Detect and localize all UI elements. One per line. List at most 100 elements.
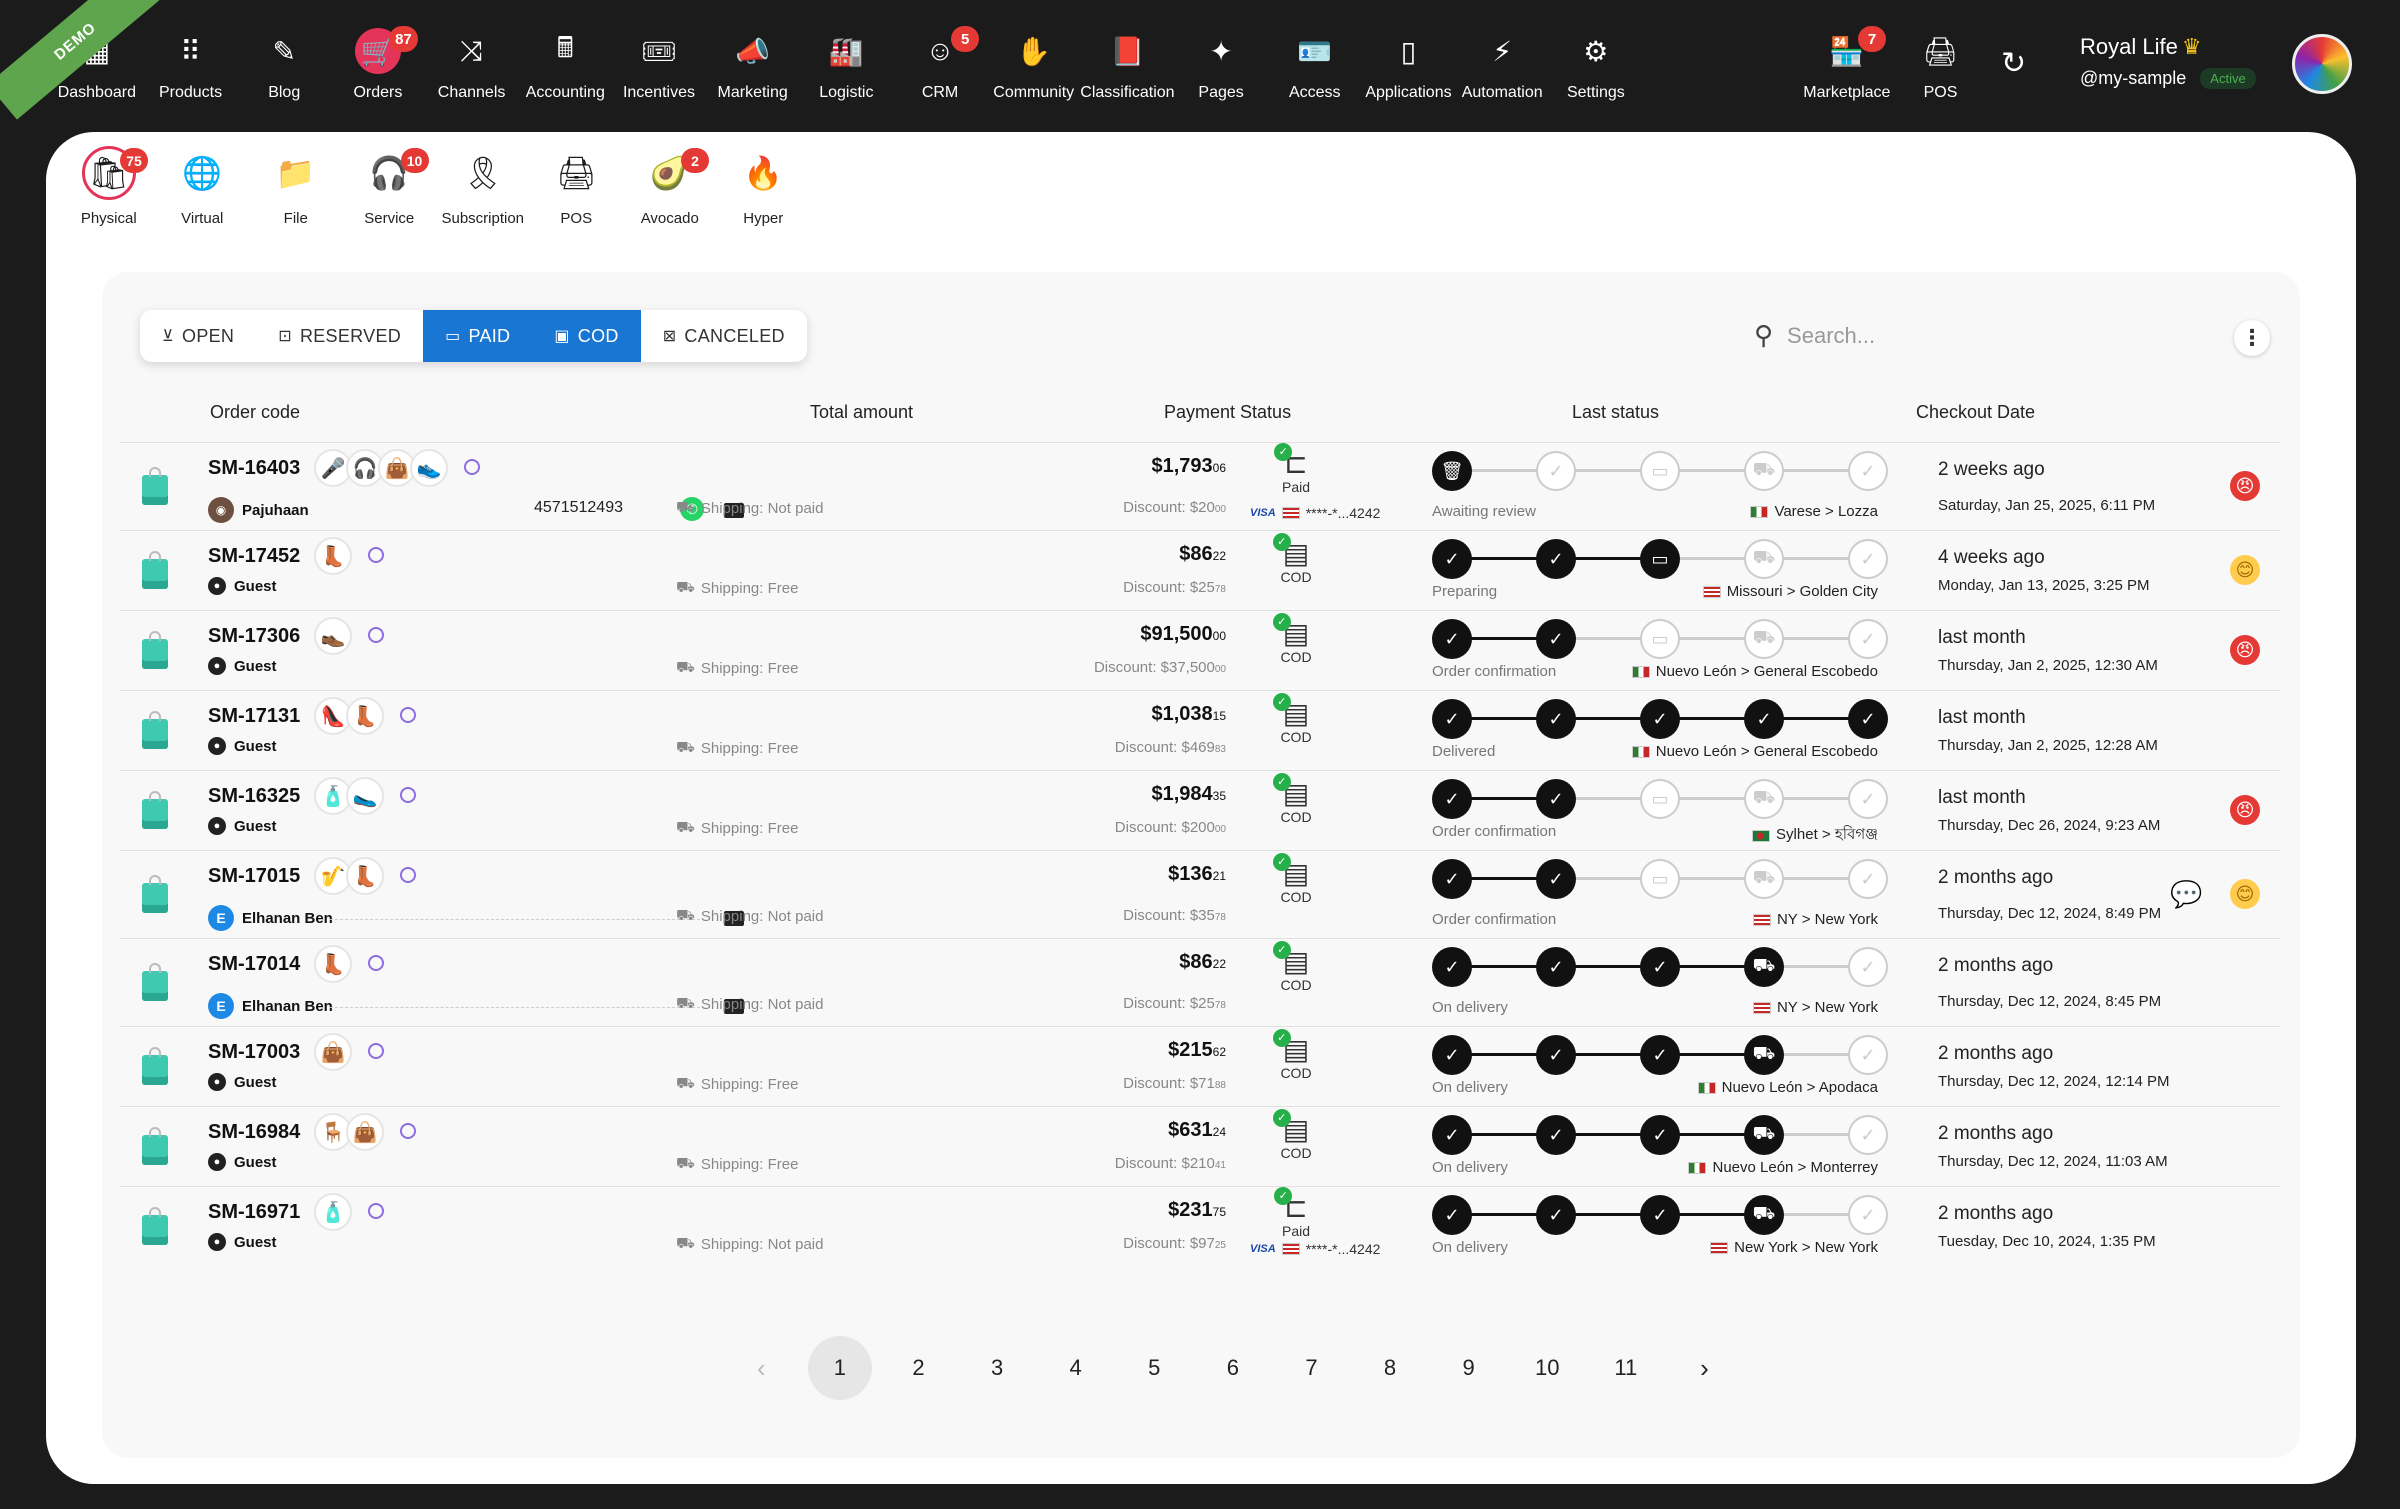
payment-status[interactable]: ▤ ✓ COD [1256, 1109, 1336, 1161]
table-row[interactable]: SM-16984 🪑 👜 ● Guest ⛟ Shipping: Free $63124 Dis… [120, 1106, 2280, 1186]
customer[interactable]: ● Guest [208, 1153, 277, 1171]
product-thumbnails[interactable]: 🎤 🎧 👜 👟 [314, 449, 448, 487]
filter-reserved-button[interactable]: ⊡ RESERVED [256, 310, 423, 362]
column-total-amount[interactable]: Total amount [810, 402, 913, 423]
payment-status[interactable]: ▤ ✓ COD [1256, 773, 1336, 825]
previous-page-icon[interactable]: ‹ [722, 1336, 801, 1400]
product-thumbnails[interactable]: 🧴 [314, 1193, 352, 1231]
column-payment-status[interactable]: Payment Status [1164, 402, 1291, 423]
page-3-button[interactable]: 3 [958, 1336, 1037, 1400]
angry-face-icon[interactable]: 😠 [2230, 471, 2260, 501]
payment-status[interactable]: ⊏ ✓ Paid [1256, 1187, 1336, 1239]
order-code[interactable]: SM-17015 [208, 865, 300, 888]
nav-item-pages[interactable]: ✦ Pages [1174, 28, 1268, 118]
order-code[interactable]: SM-17014 [208, 953, 300, 976]
customer[interactable]: ● Guest [208, 1073, 277, 1091]
subnav-item-physical[interactable]: 🛍 75 Physical [62, 146, 156, 227]
table-row[interactable]: SM-16971 🧴 ● Guest ⛟ Shipping: Not paid $23175… [120, 1186, 2280, 1266]
nav-item-applications[interactable]: ▯ Applications [1362, 28, 1456, 118]
table-row[interactable]: SM-16325 🧴 🥿 ● Guest ⛟ Shipping: Free $1,98435 D… [120, 770, 2280, 850]
filter-paid-button[interactable]: ▭ PAID [423, 310, 533, 362]
product-thumbnails[interactable]: 👢 [314, 537, 352, 575]
customer[interactable]: ◉ Pajuhaan [208, 497, 309, 523]
order-code[interactable]: SM-17003 [208, 1041, 300, 1064]
filter-canceled-button[interactable]: ⊠ CANCELED [641, 310, 807, 362]
customer[interactable]: ● Guest [208, 657, 277, 675]
nav-item-automation[interactable]: ⚡ Automation [1455, 28, 1549, 118]
table-row[interactable]: SM-16403 🎤 🎧 👜 👟 ◉ Pajuhaan 4571512493 ✆ ⛟ Shippin… [120, 442, 2280, 530]
subnav-item-hyper[interactable]: 🔥 Hyper [717, 146, 811, 227]
nav-item-channels[interactable]: ⤨ Channels [425, 28, 519, 118]
nav-item-blog[interactable]: ✎ Blog [237, 28, 331, 118]
subnav-item-service[interactable]: 🎧 10 Service [343, 146, 437, 227]
nav-item-crm[interactable]: ☺ 5 CRM [893, 26, 987, 118]
payment-status[interactable]: ▤ ✓ COD [1256, 853, 1336, 905]
product-thumbnails[interactable]: 👠 👢 [314, 697, 384, 735]
page-10-button[interactable]: 10 [1508, 1336, 1587, 1400]
payment-status[interactable]: ▤ ✓ COD [1256, 533, 1336, 585]
page-1-button[interactable]: 1 [801, 1336, 880, 1400]
filter-open-button[interactable]: ⊻ OPEN [140, 310, 256, 362]
search-box[interactable]: ⚲ Search... [1754, 320, 1875, 351]
phone-number[interactable]: 4571512493 [534, 499, 623, 517]
page-7-button[interactable]: 7 [1272, 1336, 1351, 1400]
table-row[interactable]: SM-17131 👠 👢 ● Guest ⛟ Shipping: Free $1,03815 D… [120, 690, 2280, 770]
product-thumbnails[interactable]: 🧴 🥿 [314, 777, 384, 815]
subnav-item-subscription[interactable]: 🎗 Subscription [436, 146, 530, 227]
customer[interactable]: ● Guest [208, 1233, 277, 1251]
subnav-item-file[interactable]: 📁 File [249, 146, 343, 227]
nav-item-classification[interactable]: 📕 Classification [1080, 28, 1174, 118]
refresh-icon[interactable]: ↻ [2001, 46, 2026, 81]
page-4-button[interactable]: 4 [1036, 1336, 1115, 1400]
nav-item-products[interactable]: ⠿ Products [144, 28, 238, 118]
payment-status[interactable]: ▤ ✓ COD [1256, 613, 1336, 665]
nav-item-logistic[interactable]: 🏭 Logistic [800, 28, 894, 118]
customer[interactable]: ● Guest [208, 737, 277, 755]
user-box[interactable]: Royal Life ♛ @my-sample Active [2080, 34, 2256, 89]
payment-status[interactable]: ⊏ ✓ Paid [1256, 443, 1336, 495]
page-6-button[interactable]: 6 [1194, 1336, 1273, 1400]
table-row[interactable]: SM-17003 👜 ● Guest ⛟ Shipping: Free $21562 Disc… [120, 1026, 2280, 1106]
page-5-button[interactable]: 5 [1115, 1336, 1194, 1400]
more-options-icon[interactable]: ⋮ [2234, 320, 2270, 356]
product-thumbnails[interactable]: 👜 [314, 1033, 352, 1071]
next-page-icon[interactable]: › [1665, 1336, 1744, 1400]
customer[interactable]: ● Guest [208, 817, 277, 835]
nav-item-access[interactable]: 🪪 Access [1268, 28, 1362, 118]
order-code[interactable]: SM-17306 [208, 625, 300, 648]
subnav-item-avocado[interactable]: 🥑 2 Avocado [623, 146, 717, 227]
angry-face-icon[interactable]: 😠 [2230, 635, 2260, 665]
page-2-button[interactable]: 2 [879, 1336, 958, 1400]
page-11-button[interactable]: 11 [1587, 1336, 1666, 1400]
subnav-item-pos[interactable]: 🖨 POS [530, 146, 624, 227]
neutral-face-icon[interactable]: 😊 [2230, 879, 2260, 909]
table-row[interactable]: SM-17452 👢 ● Guest ⛟ Shipping: Free $8622 Disco… [120, 530, 2280, 610]
nav-item-settings[interactable]: ⚙ Settings [1549, 28, 1643, 118]
order-code[interactable]: SM-16403 [208, 457, 300, 480]
payment-status[interactable]: ▤ ✓ COD [1256, 693, 1336, 745]
angry-face-icon[interactable]: 😠 [2230, 795, 2260, 825]
chat-icon[interactable]: 💬 [2170, 879, 2202, 910]
order-code[interactable]: SM-17131 [208, 705, 300, 728]
column-checkout-date[interactable]: Checkout Date [1916, 402, 2035, 423]
order-code[interactable]: SM-16971 [208, 1201, 300, 1224]
nav-item-incentives[interactable]: 🎟 Incentives [612, 28, 706, 118]
table-row[interactable]: SM-17014 👢 E Elhanan Ben ⛟ Shipping: Not paid… [120, 938, 2280, 1026]
table-row[interactable]: SM-17015 🎷 👢 E Elhanan Ben ⛟ Shipping: Not pai… [120, 850, 2280, 938]
product-thumbnails[interactable]: 👢 [314, 945, 352, 983]
payment-status[interactable]: ▤ ✓ COD [1256, 1029, 1336, 1081]
subnav-item-virtual[interactable]: 🌐 Virtual [156, 146, 250, 227]
nav-item-marketing[interactable]: 📣 Marketing [706, 28, 800, 118]
order-code[interactable]: SM-16984 [208, 1121, 300, 1144]
nav-item-orders[interactable]: 🛒 87 Orders [331, 26, 425, 118]
payment-status[interactable]: ▤ ✓ COD [1256, 941, 1336, 993]
product-thumbnails[interactable]: 👞 [314, 617, 352, 655]
neutral-face-icon[interactable]: 😊 [2230, 555, 2260, 585]
search-input[interactable]: Search... [1787, 323, 1875, 349]
customer[interactable]: ● Guest [208, 577, 277, 595]
order-code[interactable]: SM-17452 [208, 545, 300, 568]
customer[interactable]: E Elhanan Ben [208, 905, 333, 931]
filter-cod-button[interactable]: ▣ COD [532, 310, 641, 362]
column-order-code[interactable]: Order code [210, 402, 300, 423]
nav-item-accounting[interactable]: 🖩 Accounting [518, 28, 612, 118]
